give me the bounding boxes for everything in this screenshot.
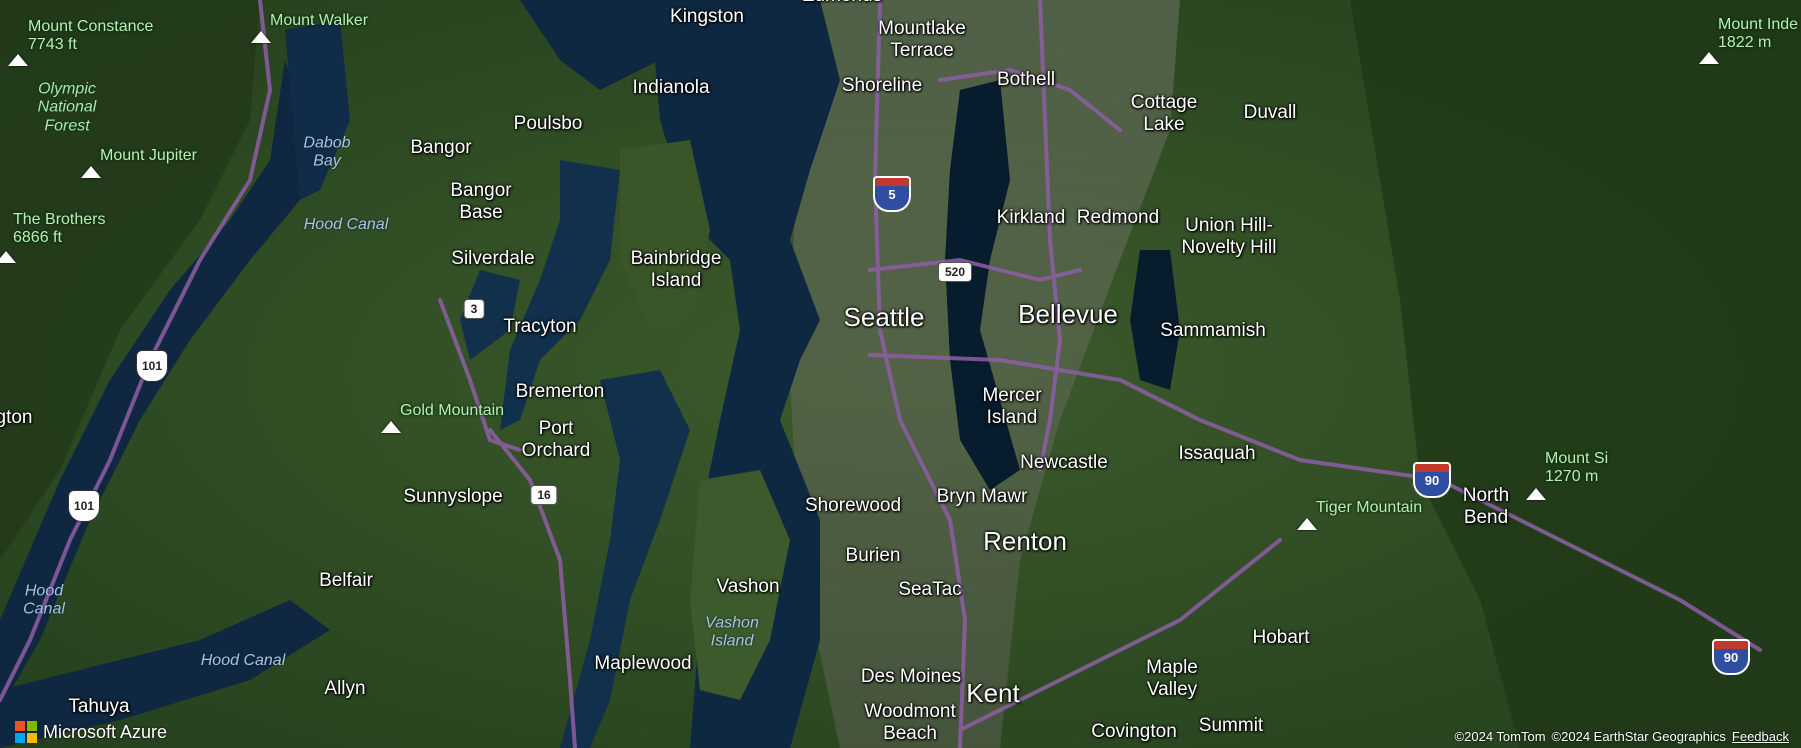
peak-label-gold-mountain: Gold Mountain bbox=[400, 402, 505, 419]
city-label-bangor: Bangor bbox=[410, 137, 472, 159]
city-label-bainbridge-island: Bainbridge Island bbox=[630, 248, 722, 291]
city-label-port-orchard: Port Orchard bbox=[521, 418, 591, 461]
mountain-peak-icon bbox=[1526, 488, 1546, 500]
state-route-shield-icon: 520 bbox=[937, 262, 973, 282]
state-route-shield-icon: 3 bbox=[463, 299, 485, 319]
city-label-duvall: Duvall bbox=[1243, 102, 1297, 124]
city-label-edge-west: gton bbox=[0, 407, 33, 429]
mountain-peak-icon bbox=[1297, 518, 1317, 530]
mountain-peak-icon bbox=[381, 421, 401, 433]
city-label-union-hill: Union Hill- Novelty Hill bbox=[1181, 215, 1277, 258]
city-label-bangor-base: Bangor Base bbox=[450, 180, 512, 223]
city-label-vashon: Vashon bbox=[716, 576, 780, 598]
city-label-mountlake-terrace: Mountlake Terrace bbox=[878, 18, 966, 61]
city-label-maple-valley: Maple Valley bbox=[1146, 657, 1198, 700]
city-label-shoreline: Shoreline bbox=[841, 75, 923, 97]
microsoft-azure-logo[interactable]: Microsoft Azure bbox=[15, 721, 167, 743]
mountain-peak-icon bbox=[81, 166, 101, 178]
city-label-bothell: Bothell bbox=[996, 69, 1056, 91]
interstate-route-shield-icon: 90 bbox=[1413, 462, 1451, 498]
peak-label-mount-index: Mount Inde 1822 m bbox=[1718, 16, 1799, 52]
city-label-seattle: Seattle bbox=[843, 302, 925, 333]
city-label-bryn-mawr: Bryn Mawr bbox=[936, 486, 1028, 508]
attribution-tomtom: ©2024 TomTom bbox=[1454, 729, 1546, 744]
city-label-burien: Burien bbox=[845, 545, 901, 567]
city-label-newcastle: Newcastle bbox=[1020, 452, 1108, 474]
mountain-peak-icon bbox=[251, 31, 271, 43]
park-label-olympic-nf: Olympic National Forest bbox=[37, 80, 97, 135]
us-route-shield-icon: 101 bbox=[68, 490, 100, 522]
state-route-shield-icon: 16 bbox=[530, 485, 558, 505]
microsoft-logo-icon bbox=[15, 721, 37, 743]
water-label-hood-canal-1: Hood Canal bbox=[303, 215, 389, 233]
water-label-hood-canal-2: Hood Canal bbox=[23, 582, 65, 618]
satellite-map[interactable]: Kingston Edmonds MountlakeTerrace Shoreline… bbox=[0, 0, 1801, 748]
city-label-silverdale: Silverdale bbox=[451, 248, 535, 270]
peak-label-tiger-mountain: Tiger Mountain bbox=[1316, 499, 1423, 516]
city-label-hobart: Hobart bbox=[1252, 627, 1310, 649]
city-label-seatac: SeaTac bbox=[898, 579, 962, 601]
city-label-kingston: Kingston bbox=[670, 6, 744, 28]
city-label-kirkland: Kirkland bbox=[996, 207, 1066, 229]
map-attribution: ©2024 TomTom ©2024 EarthStar Geographics… bbox=[1455, 729, 1789, 744]
city-label-bellevue: Bellevue bbox=[1018, 299, 1118, 330]
water-label-vashon-island: Vashon Island bbox=[705, 614, 759, 650]
city-label-tracyton: Tracyton bbox=[503, 316, 577, 338]
logo-text: Microsoft Azure bbox=[43, 721, 168, 742]
city-label-issaquah: Issaquah bbox=[1178, 443, 1256, 465]
city-label-redmond: Redmond bbox=[1076, 207, 1160, 229]
us-route-shield-icon: 101 bbox=[136, 350, 168, 382]
terrain-layer bbox=[0, 0, 1801, 748]
city-label-edmonds: Edmonds bbox=[802, 0, 882, 7]
mountain-peak-icon bbox=[0, 251, 16, 263]
mountain-peak-icon bbox=[8, 54, 28, 66]
city-label-allyn: Allyn bbox=[324, 678, 366, 700]
city-label-cottage-lake: Cottage Lake bbox=[1130, 92, 1198, 135]
peak-label-mount-constance: Mount Constance 7743 ft bbox=[28, 18, 154, 54]
peak-label-mount-si: Mount Si 1270 m bbox=[1545, 450, 1609, 486]
attribution-earthstar: ©2024 EarthStar Geographics bbox=[1551, 729, 1726, 744]
city-label-shorewood: Shorewood bbox=[804, 495, 902, 517]
city-label-poulsbo: Poulsbo bbox=[513, 113, 583, 135]
city-label-north-bend: North Bend bbox=[1462, 485, 1510, 528]
city-label-belfair: Belfair bbox=[319, 570, 373, 592]
city-label-bremerton: Bremerton bbox=[515, 381, 605, 403]
city-label-sammamish: Sammamish bbox=[1160, 320, 1266, 342]
city-label-covington: Covington bbox=[1091, 721, 1177, 743]
city-label-sunnyslope: Sunnyslope bbox=[403, 486, 503, 508]
city-label-woodmont-beach: Woodmont Beach bbox=[864, 701, 956, 744]
city-label-summit: Summit bbox=[1198, 715, 1264, 737]
interstate-route-shield-icon: 90 bbox=[1712, 639, 1750, 675]
city-label-mercer-island: Mercer Island bbox=[982, 385, 1042, 428]
city-label-maplewood: Maplewood bbox=[594, 653, 692, 675]
peak-label-mount-walker: Mount Walker bbox=[270, 12, 369, 29]
interstate-route-shield-icon: 5 bbox=[873, 176, 911, 212]
city-label-tahuya: Tahuya bbox=[68, 696, 130, 718]
peak-label-the-brothers: The Brothers 6866 ft bbox=[13, 211, 106, 247]
city-label-indianola: Indianola bbox=[632, 77, 710, 99]
feedback-link[interactable]: Feedback bbox=[1732, 729, 1789, 744]
mountain-peak-icon bbox=[1699, 52, 1719, 64]
city-label-kent: Kent bbox=[966, 678, 1020, 709]
city-label-des-moines: Des Moines bbox=[860, 666, 962, 688]
water-label-hood-canal-3: Hood Canal bbox=[200, 651, 286, 669]
peak-label-mount-jupiter: Mount Jupiter bbox=[100, 147, 197, 164]
city-label-renton: Renton bbox=[983, 526, 1067, 557]
water-label-dabob-bay: Dabob Bay bbox=[303, 134, 351, 170]
